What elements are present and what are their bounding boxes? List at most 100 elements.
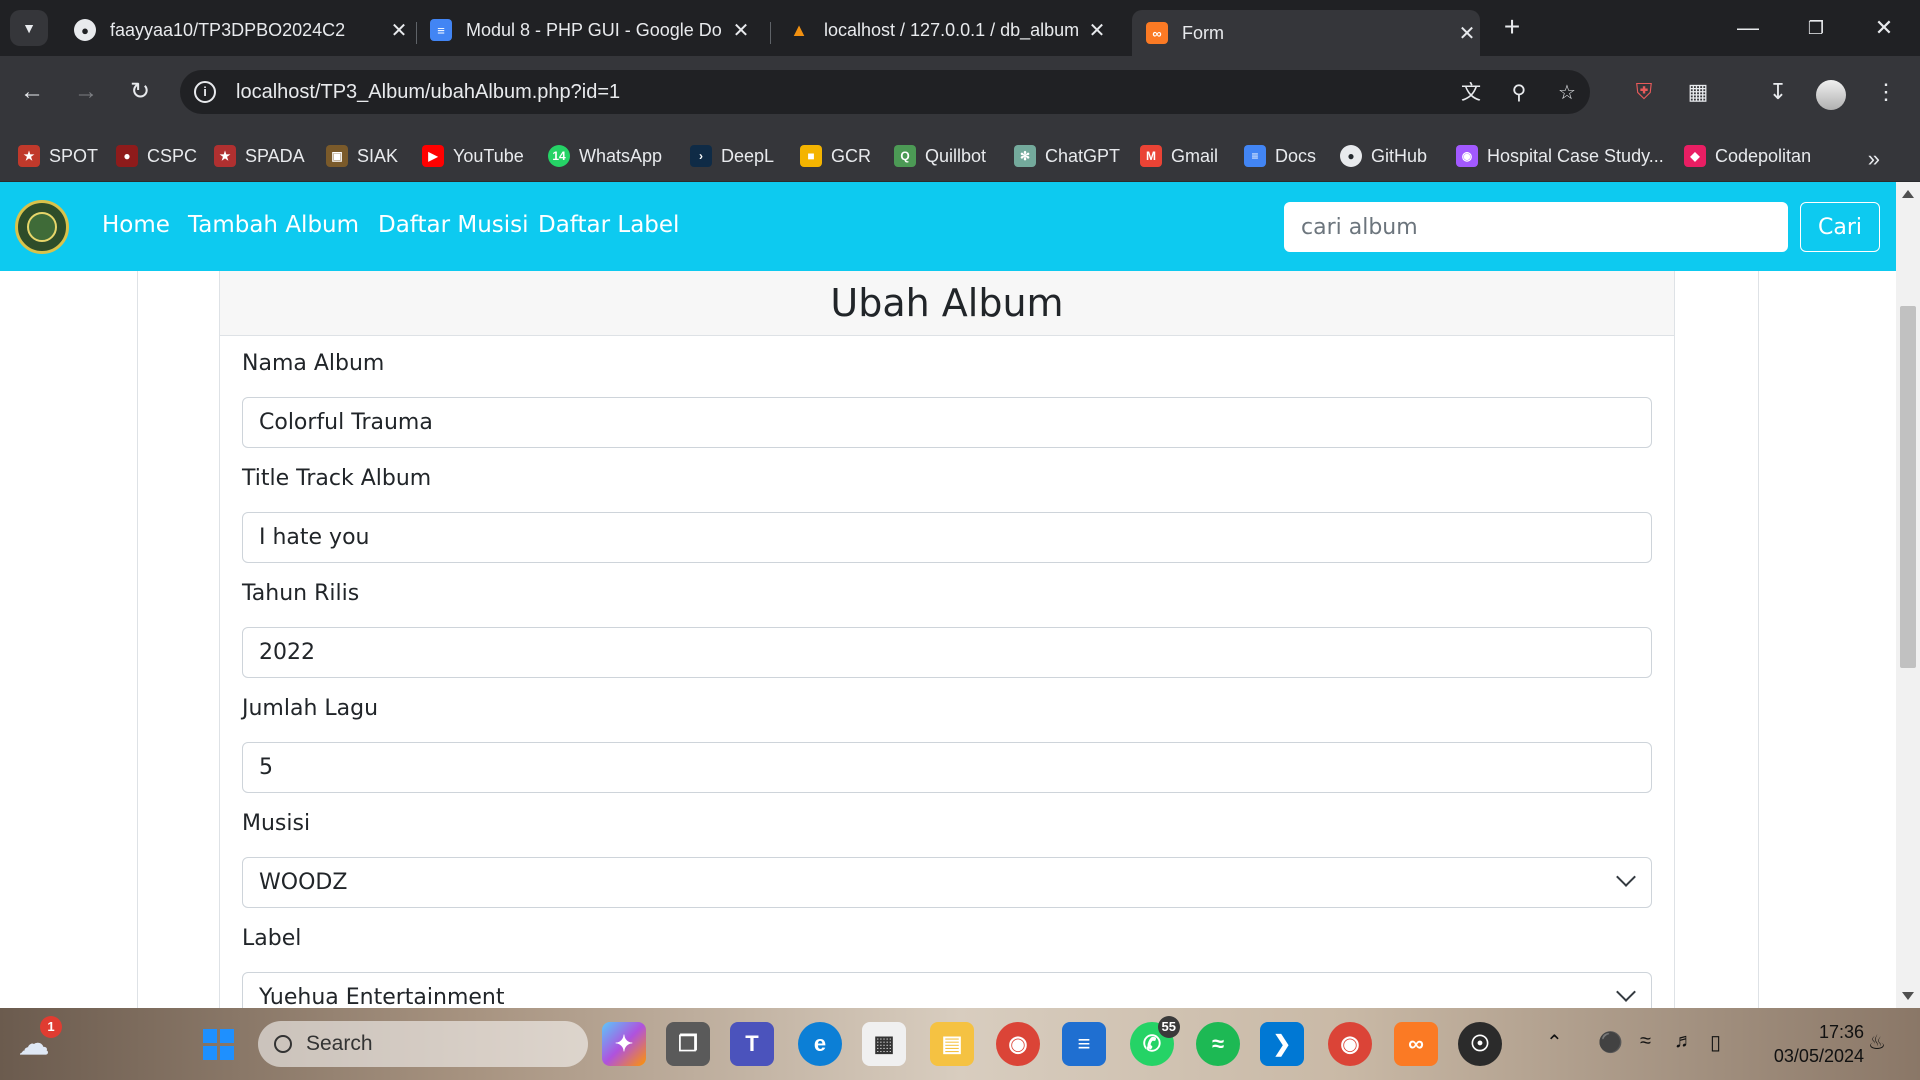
codepolitan-icon: ◆: [1684, 145, 1706, 167]
bookmark-gcr[interactable]: ■ GCR: [800, 140, 871, 172]
tab-title: localhost / 127.0.0.1 / db_album: [824, 19, 1080, 40]
site-logo[interactable]: [15, 200, 69, 254]
battery-icon[interactable]: ▯: [1710, 1030, 1721, 1055]
bookmark-codepolitan[interactable]: ◆ Codepolitan: [1684, 140, 1811, 172]
nav-link-home[interactable]: Home: [102, 212, 170, 238]
bookmark-label: SIAK: [357, 145, 399, 166]
weather-widget[interactable]: ☁ 1: [12, 1016, 62, 1066]
url-text[interactable]: localhost/TP3_Album/ubahAlbum.php?id=1: [236, 81, 620, 104]
bookmark-github[interactable]: ● GitHub: [1340, 140, 1427, 172]
whatsapp-badge: 55: [1157, 1016, 1180, 1038]
zoom-icon[interactable]: ⚲: [1506, 80, 1532, 106]
back-button[interactable]: ←: [14, 74, 50, 110]
scrollbar-thumb[interactable]: [1900, 306, 1916, 668]
notepad-icon[interactable]: ≡: [1062, 1022, 1106, 1066]
extensions-puzzle-icon[interactable]: ▦: [1680, 74, 1716, 110]
card-header: Ubah Album: [220, 271, 1674, 336]
scroll-down-arrow-icon[interactable]: [1902, 992, 1914, 1000]
bookmark-label: Codepolitan: [1715, 145, 1812, 166]
bookmarks-overflow-icon[interactable]: »: [1868, 146, 1880, 172]
page-scrollbar[interactable]: [1896, 182, 1920, 1008]
input-nama-album[interactable]: Colorful Trauma: [242, 397, 1652, 448]
microphone-icon[interactable]: ⚫: [1598, 1030, 1623, 1055]
chevron-down-icon: [1616, 982, 1636, 1002]
bookmark-youtube[interactable]: ▶ YouTube: [422, 140, 524, 172]
chrome-icon[interactable]: ◉: [996, 1022, 1040, 1066]
tab-form[interactable]: ∞ Form ✕: [1132, 10, 1480, 56]
edge-icon[interactable]: e: [798, 1022, 842, 1066]
select-musisi[interactable]: WOODZ: [242, 857, 1652, 908]
nav-link-daftar-musisi[interactable]: Daftar Musisi: [378, 212, 529, 238]
select-musisi-value: WOODZ: [259, 870, 348, 895]
select-label[interactable]: Yuehua Entertainment: [242, 972, 1652, 1008]
task-view-icon[interactable]: ❐: [666, 1022, 710, 1066]
bookmark-spot[interactable]: ★ SPOT: [18, 140, 98, 172]
nav-link-daftar-label[interactable]: Daftar Label: [538, 212, 679, 238]
bookmark-deepl[interactable]: › DeepL: [690, 140, 774, 172]
spot-icon: ★: [18, 145, 40, 167]
tab-search-button[interactable]: ▼: [10, 10, 48, 46]
bookmark-label: SPOT: [49, 145, 99, 166]
bookmark-chatgpt[interactable]: ✻ ChatGPT: [1014, 140, 1120, 172]
search-button[interactable]: Cari: [1800, 202, 1880, 252]
spotify-icon[interactable]: ≈: [1196, 1022, 1240, 1066]
bookmark-spada[interactable]: ★ SPADA: [214, 140, 305, 172]
input-jumlah-lagu[interactable]: 5: [242, 742, 1652, 793]
notification-bell-icon[interactable]: ♨: [1868, 1030, 1886, 1055]
profile-avatar[interactable]: [1816, 80, 1846, 110]
bookmark-cspc[interactable]: ● CSPC: [116, 140, 197, 172]
system-clock[interactable]: 17:36 03/05/2024: [1740, 1020, 1864, 1068]
vscode-icon[interactable]: ❯: [1260, 1022, 1304, 1066]
scroll-up-arrow-icon[interactable]: [1902, 190, 1914, 198]
close-icon[interactable]: ✕: [1454, 21, 1480, 46]
teams-icon[interactable]: T: [730, 1022, 774, 1066]
close-icon[interactable]: ✕: [1084, 18, 1110, 43]
restore-button[interactable]: ❐: [1786, 10, 1846, 46]
bookmark-label: GCR: [831, 145, 871, 166]
translate-icon[interactable]: 文: [1458, 80, 1484, 106]
download-icon[interactable]: ↧: [1760, 74, 1796, 110]
address-bar[interactable]: i localhost/TP3_Album/ubahAlbum.php?id=1…: [180, 70, 1590, 114]
extension-shield-icon[interactable]: ⛨: [1626, 74, 1662, 110]
tray-overflow-icon[interactable]: ⌃: [1546, 1030, 1563, 1055]
bookmark-gmail[interactable]: M Gmail: [1140, 140, 1218, 172]
label-musisi: Musisi: [242, 811, 311, 836]
bookmark-quillbot[interactable]: Q Quillbot: [894, 140, 986, 172]
menu-kebab-icon[interactable]: ⋮: [1868, 74, 1904, 110]
bookmark-star-icon[interactable]: ☆: [1554, 80, 1580, 106]
chrome-profile-icon[interactable]: ◉: [1328, 1022, 1372, 1066]
copilot-icon[interactable]: ✦: [602, 1022, 646, 1066]
input-tahun-rilis[interactable]: 2022: [242, 627, 1652, 678]
nav-link-tambah-album[interactable]: Tambah Album: [188, 212, 359, 238]
bookmark-label: Gmail: [1171, 145, 1219, 166]
xampp-icon[interactable]: ∞: [1394, 1022, 1438, 1066]
taskbar-search[interactable]: Search: [258, 1021, 588, 1067]
bookmark-hospital-case-study[interactable]: ◉ Hospital Case Study...: [1456, 140, 1664, 172]
store-icon[interactable]: ▦: [862, 1022, 906, 1066]
new-tab-button[interactable]: +: [1496, 12, 1528, 44]
wifi-icon[interactable]: ≈: [1640, 1030, 1651, 1053]
bookmark-docs[interactable]: ≡ Docs: [1244, 140, 1316, 172]
volume-icon[interactable]: ♬: [1674, 1030, 1694, 1053]
bookmark-label: Hospital Case Study...: [1487, 145, 1664, 166]
close-icon[interactable]: ✕: [386, 18, 412, 43]
tab-github[interactable]: ● faayyaa10/TP3DPBO2024C2 ✕: [60, 10, 412, 50]
window-close-button[interactable]: ✕: [1854, 10, 1914, 46]
start-button[interactable]: [196, 1022, 240, 1066]
google-docs-icon: ≡: [1244, 145, 1266, 167]
close-icon[interactable]: ✕: [728, 18, 754, 43]
input-title-track[interactable]: I hate you: [242, 512, 1652, 563]
bookmark-whatsapp[interactable]: 14 WhatsApp: [548, 140, 662, 172]
select-label-value: Yuehua Entertainment: [259, 985, 505, 1008]
site-info-icon[interactable]: i: [194, 81, 216, 103]
tab-phpmyadmin[interactable]: ▲ localhost / 127.0.0.1 / db_album ✕: [774, 10, 1110, 50]
tab-google-docs[interactable]: ≡ Modul 8 - PHP GUI - Google Do ✕: [416, 10, 754, 50]
search-input[interactable]: [1284, 202, 1788, 252]
forward-button[interactable]: →: [68, 74, 104, 110]
file-explorer-icon[interactable]: ▤: [930, 1022, 974, 1066]
minimize-button[interactable]: —: [1718, 10, 1778, 46]
bookmark-siak[interactable]: ▣ SIAK: [326, 140, 398, 172]
whatsapp-icon[interactable]: ✆ 55: [1130, 1016, 1180, 1066]
reload-button[interactable]: ↻: [122, 74, 158, 110]
obs-icon[interactable]: ☉: [1458, 1022, 1502, 1066]
